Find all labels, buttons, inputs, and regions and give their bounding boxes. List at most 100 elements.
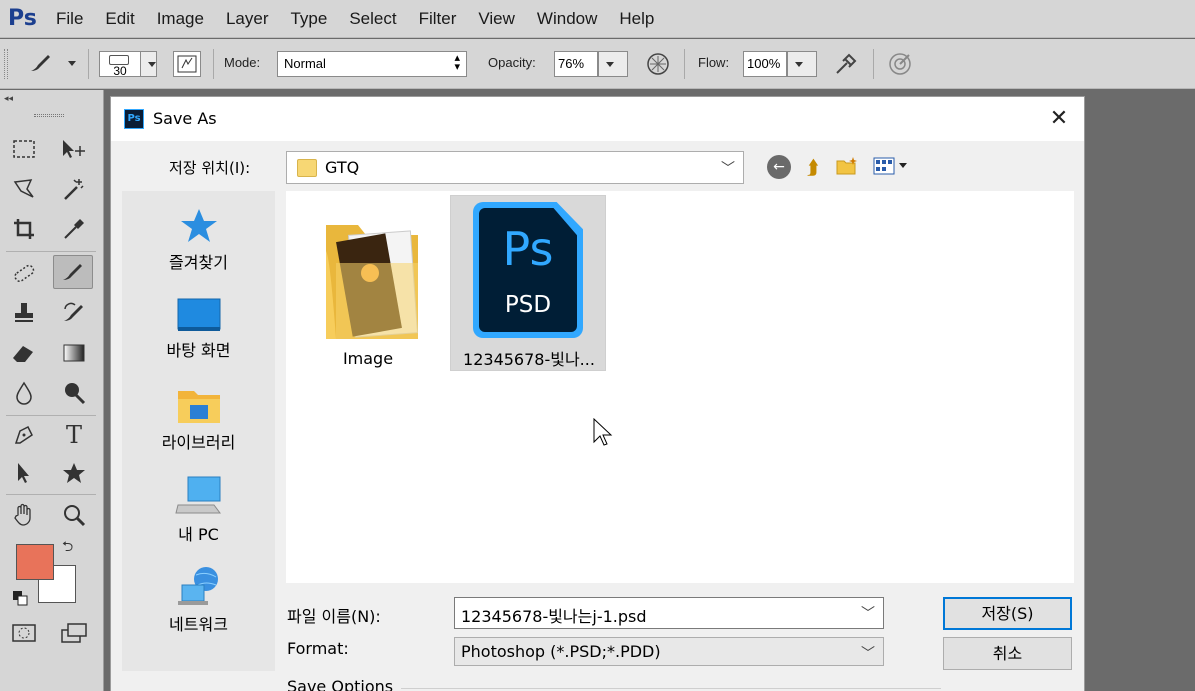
menu-window[interactable]: Window	[537, 9, 597, 29]
move-tool-icon[interactable]	[54, 132, 94, 166]
marquee-tool-icon[interactable]	[4, 132, 44, 166]
eraser-tool-icon[interactable]	[4, 336, 44, 370]
custom-shape-tool-icon[interactable]	[54, 456, 94, 490]
hand-tool-icon[interactable]	[4, 498, 44, 532]
menu-view[interactable]: View	[478, 9, 515, 29]
mode-select[interactable]: Normal ▴ ▾	[277, 51, 467, 77]
healing-brush-tool-icon[interactable]	[4, 256, 44, 290]
psd-badge-ps: Ps	[502, 222, 554, 276]
file-name-input[interactable]: 12345678-빛나는j-1.psd ﹀	[454, 597, 884, 629]
brush-preset-icon[interactable]	[28, 51, 54, 81]
computer-icon	[174, 476, 221, 514]
place-desktop[interactable]: 바탕 화면	[122, 297, 275, 361]
zoom-tool-icon[interactable]	[54, 498, 94, 532]
save-button[interactable]: 저장(S)	[943, 597, 1072, 630]
default-colors-icon[interactable]	[12, 590, 28, 610]
opacity-value: 76%	[558, 56, 585, 71]
close-icon[interactable]: ✕	[1041, 105, 1077, 133]
menu-layer[interactable]: Layer	[226, 9, 269, 29]
pressure-opacity-icon[interactable]	[645, 51, 671, 83]
place-label: 바탕 화면	[166, 341, 231, 360]
airbrush-icon[interactable]	[833, 51, 859, 83]
place-label: 즐겨찾기	[169, 253, 228, 272]
path-selection-tool-icon[interactable]	[4, 456, 44, 490]
library-icon	[177, 391, 220, 423]
chevron-down-icon: ﹀	[861, 646, 875, 662]
view-menu-icon[interactable]	[871, 155, 911, 179]
menu-select[interactable]: Select	[349, 9, 396, 29]
new-folder-icon[interactable]	[835, 155, 859, 179]
place-this-pc[interactable]: 내 PC	[122, 475, 275, 545]
quick-mask-icon[interactable]	[4, 616, 44, 650]
format-dropdown[interactable]: Photoshop (*.PSD;*.PDD) ﹀	[454, 637, 884, 666]
save-options-label: Save Options	[287, 677, 394, 691]
menu-file[interactable]: File	[56, 9, 83, 29]
menu-edit[interactable]: Edit	[105, 9, 134, 29]
look-in-dropdown[interactable]: GTQ ﹀	[286, 151, 744, 184]
mode-value: Normal	[284, 56, 326, 71]
clone-stamp-tool-icon[interactable]	[4, 296, 44, 330]
folder-icon	[297, 159, 317, 177]
flow-dropdown[interactable]	[787, 51, 817, 77]
menu-type[interactable]: Type	[290, 9, 327, 29]
menu-image[interactable]: Image	[157, 9, 204, 29]
tools-panel: ◂◂ T ⮌	[0, 90, 104, 691]
magic-wand-tool-icon[interactable]	[54, 172, 94, 206]
pressure-size-icon[interactable]	[887, 51, 913, 83]
opacity-input[interactable]: 76%	[554, 51, 598, 77]
flow-label: Flow:	[698, 55, 730, 70]
back-icon[interactable]: ←	[767, 155, 791, 179]
screen-mode-icon[interactable]	[54, 616, 94, 650]
place-label: 네트워크	[169, 615, 228, 634]
dialog-titlebar[interactable]: Ps Save As ✕	[111, 97, 1084, 141]
psd-file-icon: Ps PSD	[473, 202, 583, 338]
panel-grip[interactable]	[34, 114, 64, 117]
network-icon	[177, 567, 218, 605]
dodge-tool-icon[interactable]	[54, 376, 94, 410]
mouse-cursor-icon	[592, 417, 614, 452]
gradient-tool-icon[interactable]	[54, 336, 94, 370]
brush-preset-dropdown[interactable]	[68, 61, 76, 66]
menu-filter[interactable]: Filter	[419, 9, 457, 29]
brush-size-box[interactable]: 30	[99, 51, 141, 78]
lasso-tool-icon[interactable]	[4, 172, 44, 206]
file-name-label: 파일 이름(N):	[287, 607, 381, 626]
photoshop-app-icon: Ps	[124, 109, 144, 129]
opacity-dropdown[interactable]	[598, 51, 628, 77]
place-libraries[interactable]: 라이브러리	[122, 387, 275, 453]
foreground-color-swatch[interactable]	[16, 544, 54, 580]
menu-bar: Ps File Edit Image Layer Type Select Fil…	[0, 0, 1195, 38]
brush-panel-toggle[interactable]	[173, 51, 201, 77]
crop-tool-icon[interactable]	[4, 212, 44, 246]
brush-size-dropdown[interactable]	[140, 51, 157, 77]
type-tool-icon[interactable]: T	[54, 418, 94, 452]
psd-badge-label: PSD	[504, 292, 552, 318]
up-one-level-icon[interactable]: ⮭	[801, 155, 825, 179]
pen-tool-icon[interactable]	[4, 418, 44, 452]
menu-help[interactable]: Help	[619, 9, 654, 29]
flow-value: 100%	[747, 56, 781, 71]
file-item-name: Image	[342, 349, 394, 368]
brush-tool-icon[interactable]	[53, 255, 93, 289]
chevron-down-icon: ﹀	[721, 161, 735, 177]
chevron-down-icon[interactable]: ﹀	[861, 603, 875, 623]
eyedropper-tool-icon[interactable]	[54, 212, 94, 246]
collapse-panel-icon[interactable]: ◂◂	[4, 94, 13, 104]
cancel-button[interactable]: 취소	[943, 637, 1072, 670]
file-item-image-folder[interactable]: Image	[290, 199, 446, 375]
save-options-divider	[401, 688, 941, 689]
blur-tool-icon[interactable]	[4, 376, 44, 410]
history-brush-tool-icon[interactable]	[54, 296, 94, 330]
swap-colors-icon[interactable]: ⮌	[62, 536, 73, 560]
file-name-value: 12345678-빛나는j-1.psd	[461, 607, 647, 626]
format-value: Photoshop (*.PSD;*.PDD)	[461, 642, 661, 661]
flow-input[interactable]: 100%	[743, 51, 787, 77]
dialog-title: Save As	[153, 109, 217, 128]
place-favorites[interactable]: 즐겨찾기	[122, 207, 275, 273]
updown-icon: ▴ ▾	[454, 52, 460, 73]
place-label: 라이브러리	[161, 433, 236, 452]
file-list[interactable]: Image Ps PSD 12345678-빛나...	[286, 191, 1074, 583]
options-bar-grip[interactable]	[4, 49, 8, 79]
place-network[interactable]: 네트워크	[122, 565, 275, 635]
file-item-psd[interactable]: Ps PSD 12345678-빛나...	[450, 195, 606, 371]
